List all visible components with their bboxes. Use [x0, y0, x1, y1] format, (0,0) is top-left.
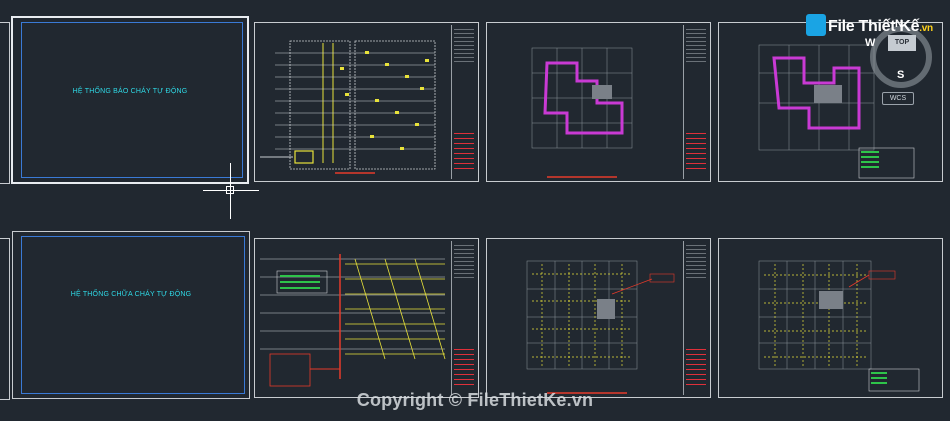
- partial-sheet-left-bottom[interactable]: [0, 238, 10, 400]
- floor-plan: [526, 260, 675, 394]
- sheet-sprinkler-riser[interactable]: [254, 238, 479, 398]
- watermark-logo: File Thiết Kế.vn: [806, 14, 933, 44]
- sprinkler-diagram: [260, 254, 446, 387]
- logo-suffix: .vn: [919, 23, 933, 34]
- cover-frame: [21, 236, 245, 394]
- title-block: [451, 25, 476, 179]
- title-block: [683, 25, 708, 179]
- sheet-fire-alarm-riser[interactable]: [254, 22, 479, 182]
- logo-icon: [806, 14, 826, 36]
- sheet-fire-alarm-cover[interactable]: HỆ THỐNG BÁO CHÁY TỰ ĐỘNG: [11, 16, 249, 184]
- cover-frame: [21, 22, 243, 178]
- copyright-watermark: Copyright © FileThietKe.vn: [356, 390, 594, 410]
- floor-plan: [531, 47, 633, 178]
- logo-text: File Thiết Kế: [828, 18, 920, 35]
- sheet-sprinkler-plan-2[interactable]: [718, 238, 943, 398]
- title-block: [683, 241, 708, 395]
- sheet-sprinkler-cover[interactable]: HỆ THỐNG CHỮA CHÁY TỰ ĐỘNG: [12, 231, 250, 399]
- crosshair-cursor: [203, 163, 259, 219]
- sheet-fire-alarm-plan-1[interactable]: [486, 22, 711, 182]
- cover-title: HỆ THỐNG BÁO CHÁY TỰ ĐỘNG: [72, 88, 188, 95]
- floor-plan: [758, 260, 920, 392]
- wcs-button[interactable]: WCS: [882, 92, 914, 105]
- compass-south[interactable]: S: [897, 69, 904, 81]
- riser-diagram: [260, 40, 436, 174]
- sheet-sprinkler-plan-1[interactable]: [486, 238, 711, 398]
- partial-sheet-left-top[interactable]: [0, 22, 10, 184]
- cover-title: HỆ THỐNG CHỮA CHÁY TỰ ĐỘNG: [70, 291, 192, 298]
- title-block: [451, 241, 476, 395]
